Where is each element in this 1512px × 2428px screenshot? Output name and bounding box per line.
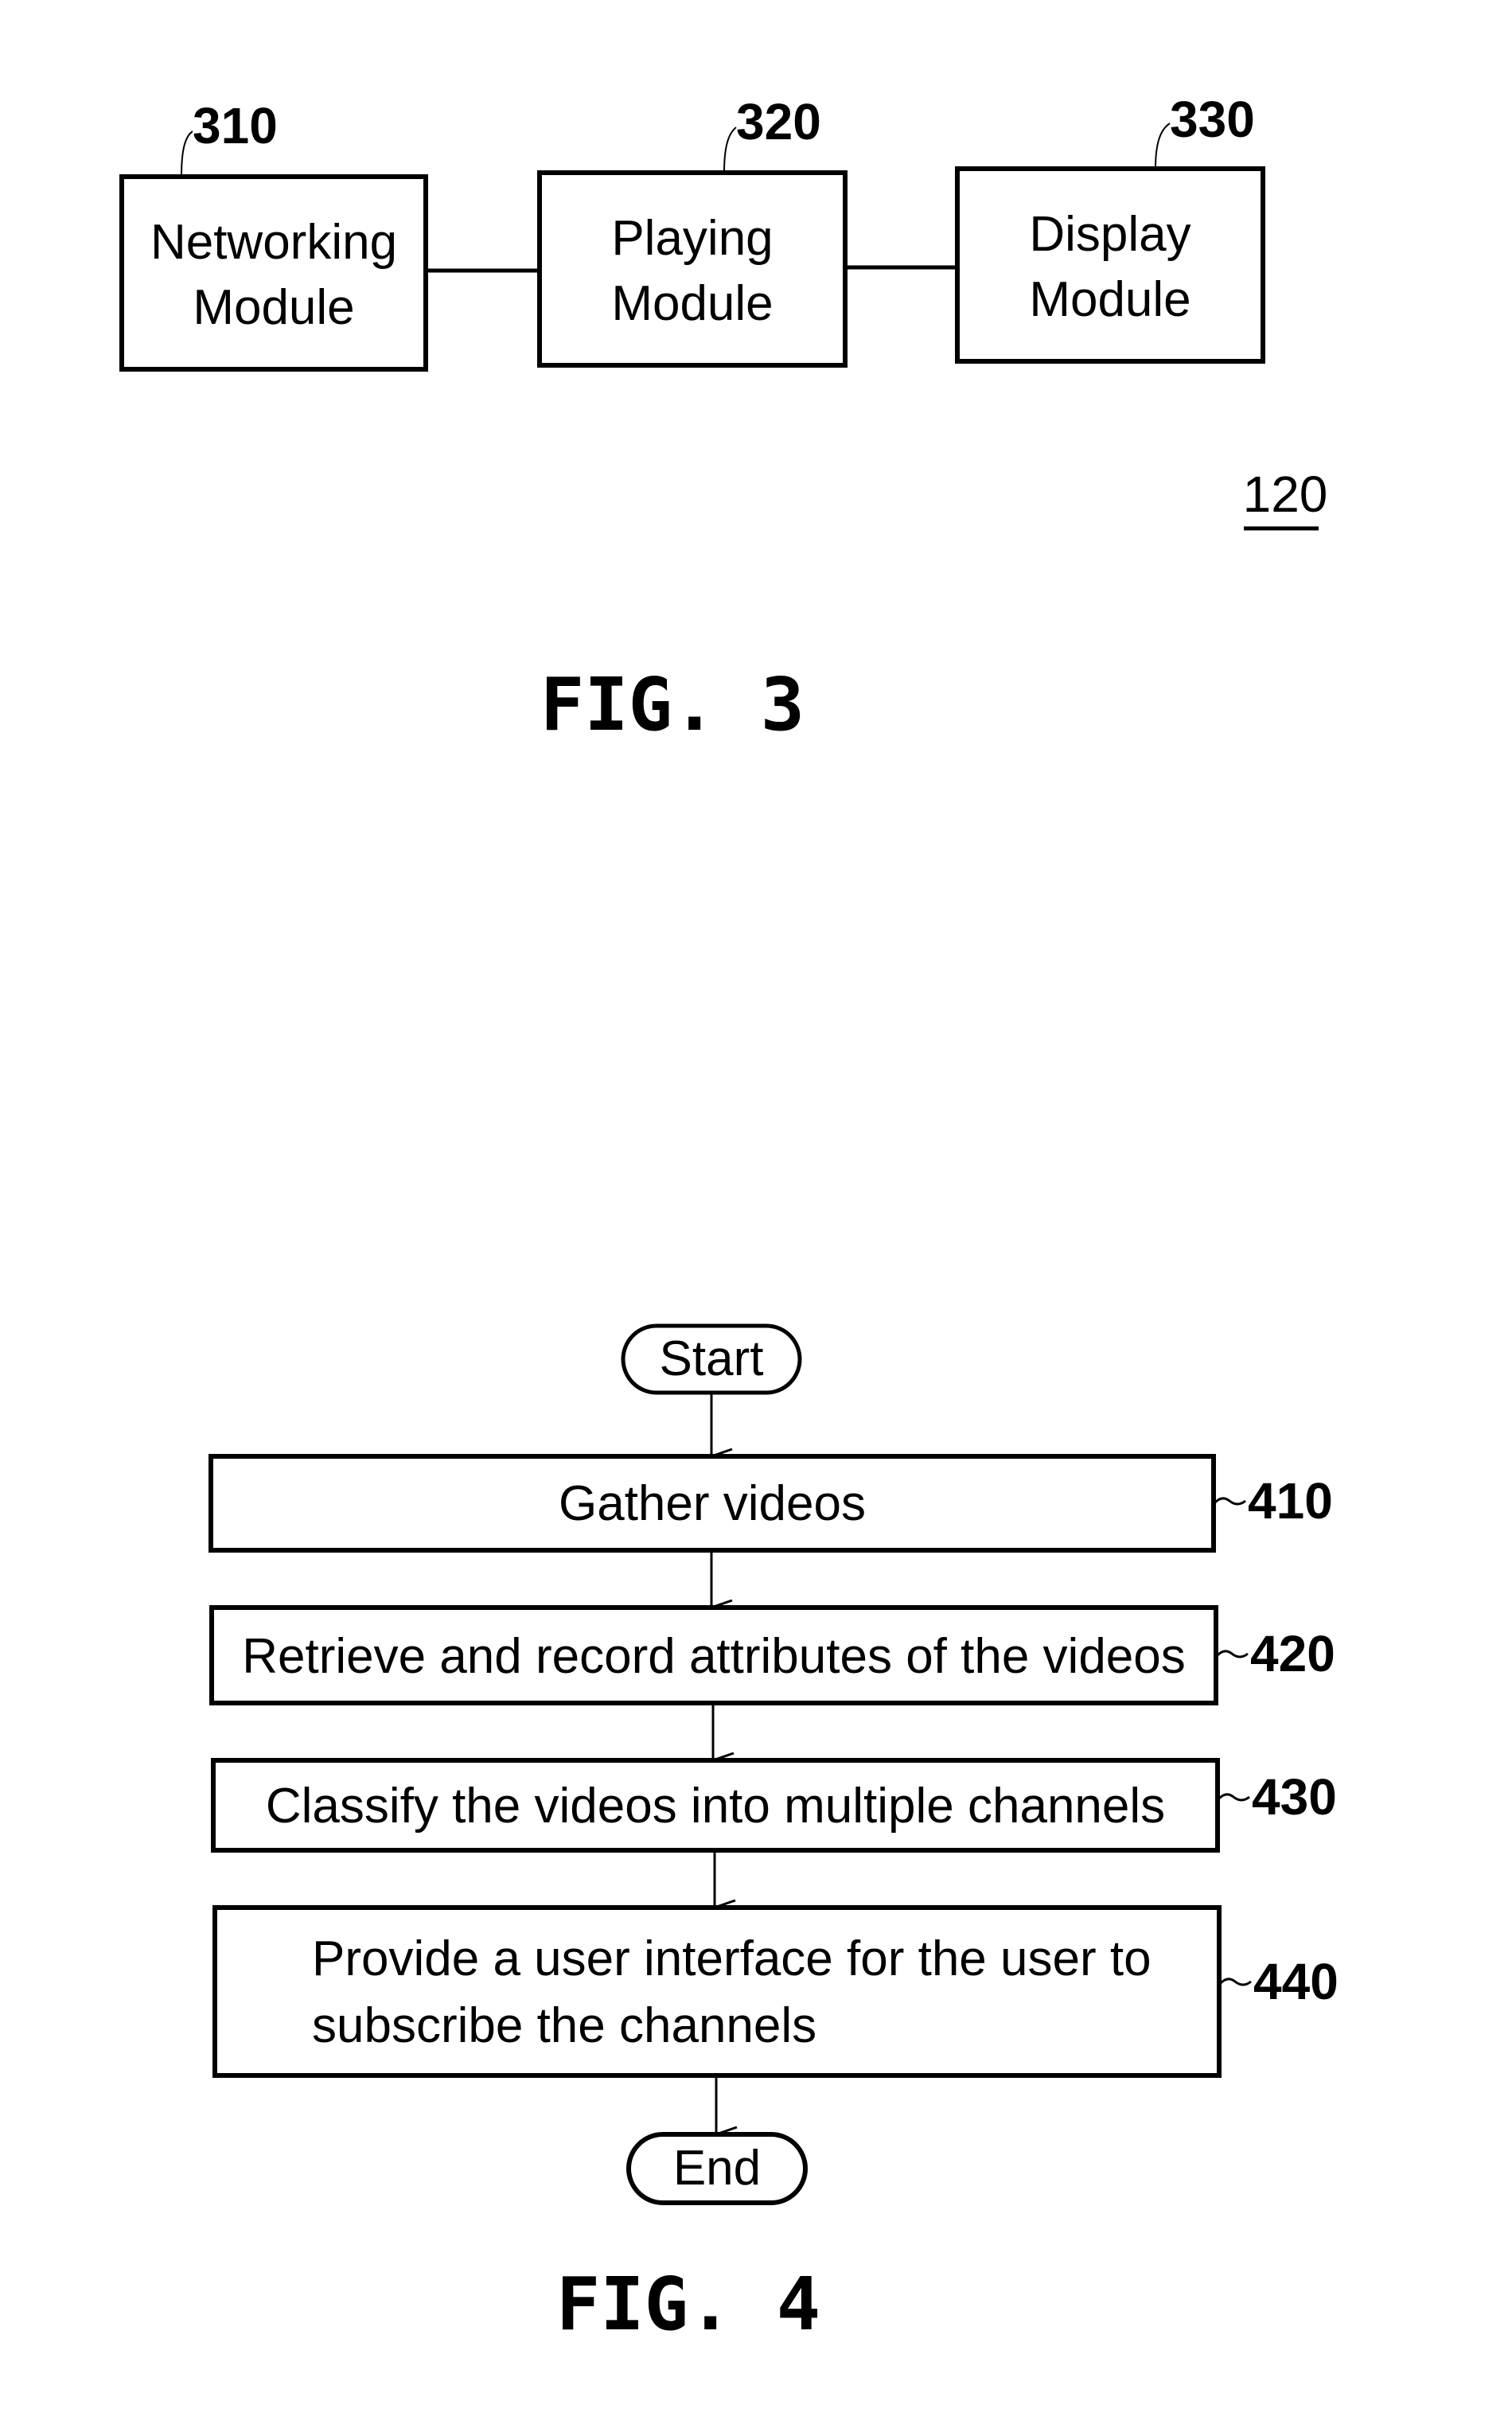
fig3-block-diagram: Networking Module 310 Playing Module 320…	[119, 91, 1328, 747]
module-label-line1: Networking	[150, 215, 397, 270]
step-label: Gather videos	[559, 1476, 866, 1531]
module-label-line2: Module	[1029, 272, 1191, 327]
display-module-block: Display Module 330	[955, 91, 1265, 364]
terminal-label: End	[673, 2141, 761, 2196]
figure-caption: FIG. 3	[540, 662, 805, 747]
module-box	[119, 174, 428, 372]
leader-line	[723, 127, 737, 173]
system-reference-numeral: 120	[1243, 466, 1328, 523]
reference-numeral: 410	[1248, 1472, 1333, 1530]
reference-tilde	[1214, 1650, 1249, 1658]
playing-module-block: Playing Module 320	[537, 93, 848, 368]
module-box	[537, 170, 848, 368]
step-label: Retrieve and record attributes of the vi…	[242, 1629, 1186, 1684]
step-label-line2: subscribe the channels	[312, 1998, 816, 2053]
step-420: Retrieve and record attributes of the vi…	[209, 1605, 1335, 1705]
leader-line	[181, 131, 193, 177]
figure-caption: FIG. 4	[556, 2262, 820, 2347]
end-terminal: End	[626, 2132, 808, 2205]
module-label-line1: Display	[1029, 207, 1191, 262]
fig4-flowchart: Start Gather videos 410 Retrieve and rec…	[208, 1323, 1339, 2347]
module-label-line1: Playing	[611, 211, 773, 266]
module-box	[955, 166, 1265, 364]
terminal-label: Start	[660, 1331, 764, 1386]
networking-module-block: Networking Module 310	[119, 97, 428, 372]
reference-tilde	[1218, 1978, 1252, 1986]
reference-numeral: 420	[1250, 1625, 1335, 1682]
leader-line	[1155, 123, 1171, 170]
reference-numeral: 330	[1170, 91, 1255, 148]
reference-numeral: 430	[1252, 1768, 1337, 1826]
reference-numeral: 440	[1253, 1953, 1339, 2010]
step-410: Gather videos 410	[208, 1454, 1333, 1553]
patent-drawing-sheet: Networking Module 310 Playing Module 320…	[119, 91, 1339, 2347]
step-label-line1: Provide a user interface for the user to	[312, 1931, 1152, 1986]
step-label: Classify the videos into multiple channe…	[266, 1779, 1165, 1834]
reference-numeral: 310	[193, 97, 278, 154]
reference-numeral: 320	[736, 93, 821, 150]
module-label-line2: Module	[193, 280, 354, 335]
step-440: Provide a user interface for the user to…	[212, 1905, 1339, 2078]
module-label-line2: Module	[611, 276, 773, 331]
system-reference: 120	[1243, 466, 1328, 531]
reference-tilde	[1212, 1497, 1246, 1506]
start-terminal: Start	[621, 1323, 802, 1395]
step-430: Classify the videos into multiple channe…	[211, 1758, 1337, 1853]
reference-tilde	[1216, 1793, 1250, 1802]
